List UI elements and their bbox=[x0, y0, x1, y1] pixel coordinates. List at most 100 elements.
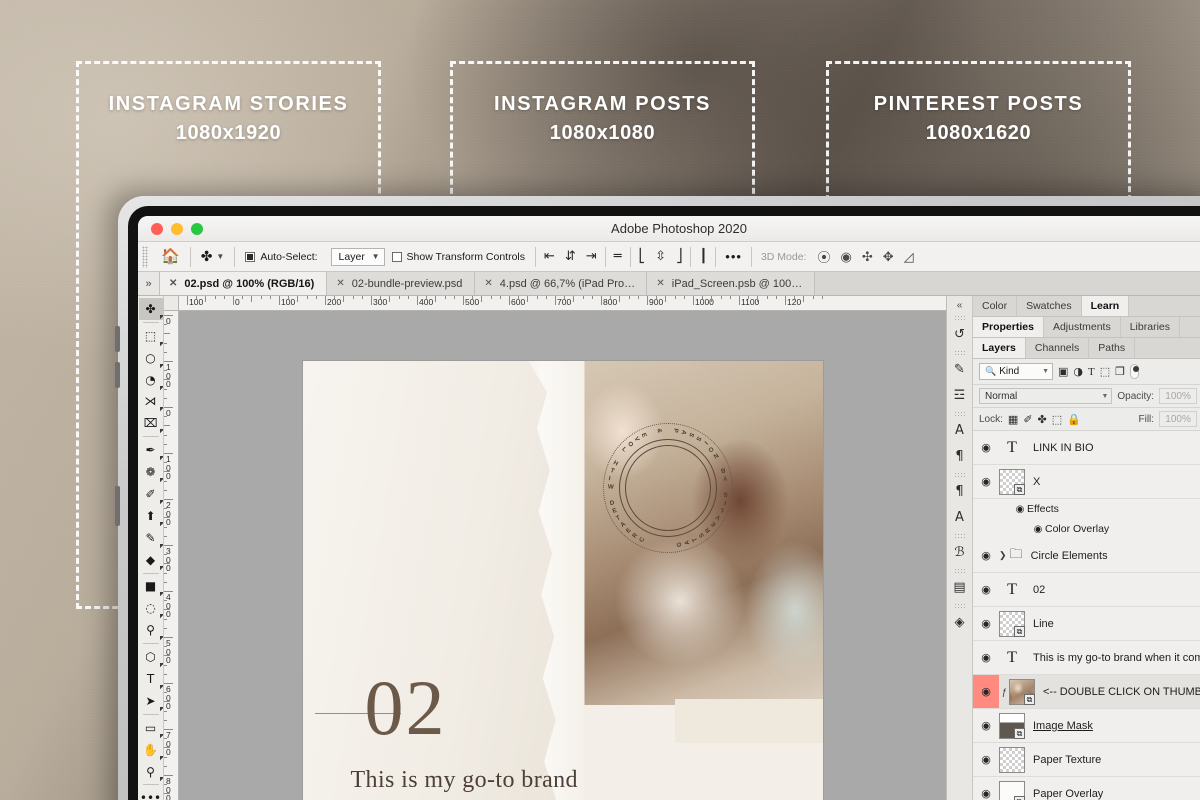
layer-visibility-toggle[interactable]: ◉ bbox=[973, 573, 999, 606]
expand-panels-button[interactable]: » bbox=[138, 272, 160, 295]
opacity-value[interactable]: 100% bbox=[1159, 388, 1197, 404]
layer-visibility-toggle[interactable]: ◉ bbox=[973, 465, 999, 498]
slide-3d-icon[interactable]: ✥ bbox=[878, 249, 899, 265]
pen-tool[interactable]: ⬡ bbox=[139, 646, 163, 668]
lock-image-pixels-icon[interactable]: ✐ bbox=[1023, 413, 1032, 426]
close-button[interactable] bbox=[151, 223, 163, 235]
layer-visibility-toggle[interactable]: ◉ bbox=[973, 539, 999, 572]
panel-group-grip[interactable] bbox=[954, 533, 966, 538]
brush-settings-icon[interactable]: ✎ bbox=[948, 356, 972, 382]
layer-row[interactable]: ◉TLINK IN BIO bbox=[973, 431, 1200, 465]
active-tool-button[interactable]: ✤ ▼ bbox=[194, 242, 232, 271]
paragraph-icon[interactable]: ¶ bbox=[948, 443, 972, 469]
filter-type-icon[interactable]: T bbox=[1088, 366, 1095, 378]
layer-effects-row[interactable]: ◉Effects bbox=[973, 499, 1200, 519]
character-icon[interactable]: A bbox=[948, 417, 972, 443]
filter-shape-icon[interactable]: ⬚ bbox=[1100, 365, 1110, 378]
navigator-icon[interactable]: ◈ bbox=[948, 609, 972, 635]
eye-icon[interactable]: ◉ bbox=[1031, 524, 1045, 535]
layer-thumbnail[interactable]: ⧉ bbox=[999, 469, 1025, 495]
align-left-edges-icon[interactable]: ⇤ bbox=[539, 249, 560, 264]
layer-thumbnail[interactable]: ⧉ bbox=[999, 713, 1025, 739]
panel-group-grip[interactable] bbox=[954, 472, 966, 477]
layer-visibility-toggle[interactable]: ◉ bbox=[973, 709, 999, 742]
layer-row[interactable]: ◉❯🗀Circle Elements bbox=[973, 539, 1200, 573]
character-styles-icon[interactable]: ¶ bbox=[948, 478, 972, 504]
layer-thumbnail[interactable] bbox=[999, 747, 1025, 773]
drag-3d-icon[interactable]: ✣ bbox=[857, 249, 878, 265]
move-tool[interactable]: ✤ bbox=[139, 298, 163, 320]
glyphs-icon[interactable]: ℬ bbox=[948, 539, 972, 565]
align-right-edges-icon[interactable]: ⇥ bbox=[581, 249, 602, 264]
panel-group-grip[interactable] bbox=[954, 350, 966, 355]
filter-enable-toggle[interactable] bbox=[1130, 364, 1139, 379]
tab-layers[interactable]: Layers bbox=[973, 338, 1026, 358]
roll-3d-icon[interactable]: ◉ bbox=[836, 249, 857, 265]
tab-swatches[interactable]: Swatches bbox=[1017, 296, 1082, 316]
tab-libraries[interactable]: Libraries bbox=[1121, 317, 1180, 337]
collapse-panels-button[interactable]: « bbox=[957, 298, 963, 312]
document-tab-1[interactable]: ✕ 02-bundle-preview.psd bbox=[327, 272, 475, 295]
layer-row[interactable]: ◉⧉Paper Overlay bbox=[973, 777, 1200, 800]
document-tab-2[interactable]: ✕ 4.psd @ 66,7% (iPad Pro… bbox=[475, 272, 647, 295]
align-vertical-centers-icon[interactable]: ⇳ bbox=[650, 249, 671, 264]
zoom-button[interactable] bbox=[191, 223, 203, 235]
crop-tool[interactable]: ⋊ bbox=[139, 391, 163, 413]
tab-learn[interactable]: Learn bbox=[1082, 296, 1130, 316]
eyedropper-tool[interactable]: ✒ bbox=[139, 439, 163, 461]
layer-row[interactable]: ◉⧉Image Mask bbox=[973, 709, 1200, 743]
layer-visibility-toggle[interactable]: ◉ bbox=[973, 641, 999, 674]
spot-healing-brush-tool[interactable]: ❁ bbox=[139, 461, 163, 483]
distribute-vertically-icon[interactable]: ┃ bbox=[694, 249, 712, 264]
blend-mode-select[interactable]: Normal ▼ bbox=[979, 388, 1112, 404]
options-bar-grip[interactable] bbox=[142, 246, 148, 268]
more-options-button[interactable]: ••• bbox=[719, 249, 748, 264]
lock-artboard-nesting-icon[interactable]: ⬚ bbox=[1052, 413, 1062, 426]
brush-presets-icon[interactable]: ☲ bbox=[948, 382, 972, 408]
filter-adjustment-icon[interactable]: ◑ bbox=[1073, 365, 1083, 378]
align-top-edges-icon[interactable]: ⎣ bbox=[634, 249, 651, 264]
device-side-button-power[interactable] bbox=[115, 486, 120, 526]
auto-select-checkbox[interactable]: Auto-Select: bbox=[238, 242, 324, 271]
layers-list[interactable]: ◉TLINK IN BIO◉⧉X◉Effects◉Color Overlay◉❯… bbox=[973, 431, 1200, 800]
canvas-stage[interactable]: CREATED WITH LOVE & PASSION BY SILVERSTA… bbox=[179, 311, 946, 800]
lock-transparent-pixels-icon[interactable]: ▦ bbox=[1008, 413, 1018, 426]
history-icon[interactable]: ↺ bbox=[948, 321, 972, 347]
eraser-tool[interactable]: ◆ bbox=[139, 549, 163, 571]
ruler-corner[interactable] bbox=[164, 296, 179, 310]
layer-row[interactable]: ◉⧉X bbox=[973, 465, 1200, 499]
layer-visibility-toggle[interactable]: ◉ bbox=[973, 607, 999, 640]
device-side-button-volume-up[interactable] bbox=[115, 326, 120, 352]
object-selection-tool[interactable]: ◔ bbox=[139, 369, 163, 391]
history-brush-tool[interactable]: ✎ bbox=[139, 527, 163, 549]
blur-tool[interactable]: ◌ bbox=[139, 597, 163, 619]
lock-all-icon[interactable]: 🔒 bbox=[1067, 413, 1081, 426]
distribute-horizontally-icon[interactable]: ═ bbox=[609, 249, 627, 264]
layer-visibility-toggle[interactable]: ◉ bbox=[973, 431, 999, 464]
layer-row[interactable]: ◉⧉Line bbox=[973, 607, 1200, 641]
show-transform-controls-checkbox[interactable]: Show Transform Controls bbox=[385, 242, 532, 271]
layer-row[interactable]: ◉TThis is my go-to brand when it com bbox=[973, 641, 1200, 675]
close-icon[interactable]: ✕ bbox=[484, 278, 492, 289]
panel-group-grip[interactable] bbox=[954, 568, 966, 573]
clone-stamp-tool[interactable]: ⬆ bbox=[139, 505, 163, 527]
auto-select-scope-select[interactable]: Layer ▼ bbox=[331, 248, 385, 266]
scale-3d-camera-icon[interactable]: ◿ bbox=[899, 249, 919, 265]
layer-visibility-toggle[interactable]: ◉ bbox=[973, 743, 999, 776]
panel-group-grip[interactable] bbox=[954, 603, 966, 608]
tab-properties[interactable]: Properties bbox=[973, 317, 1044, 337]
layer-thumbnail[interactable]: ⧉ bbox=[999, 611, 1025, 637]
layer-row[interactable]: ◉ƒ⧉<-- DOUBLE CLICK ON THUMBN bbox=[973, 675, 1200, 709]
layer-comps-icon[interactable]: ▤ bbox=[948, 574, 972, 600]
edit-toolbar-tool[interactable]: ••• bbox=[139, 787, 163, 800]
layer-row[interactable]: ◉Paper Texture bbox=[973, 743, 1200, 777]
lock-position-icon[interactable]: ✤ bbox=[1038, 413, 1047, 426]
filter-smart-object-icon[interactable]: ❐ bbox=[1115, 365, 1125, 378]
layer-thumbnail[interactable]: ⧉ bbox=[1009, 679, 1035, 705]
align-horizontal-centers-icon[interactable]: ⇵ bbox=[560, 249, 581, 264]
close-icon[interactable]: ✕ bbox=[336, 278, 344, 289]
artboard-02[interactable]: CREATED WITH LOVE & PASSION BY SILVERSTA… bbox=[303, 361, 823, 800]
horizontal-type-tool[interactable]: T bbox=[139, 668, 163, 690]
layer-thumbnail[interactable]: ⧉ bbox=[999, 781, 1025, 800]
layer-visibility-toggle[interactable]: ◉ bbox=[973, 675, 999, 708]
